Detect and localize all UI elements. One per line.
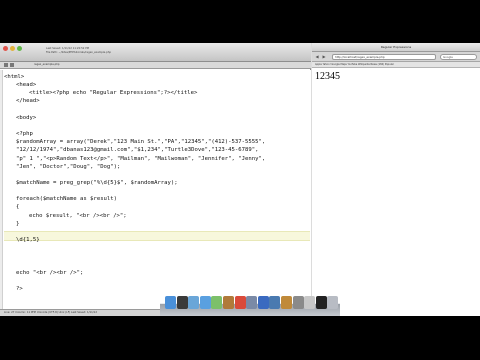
- code-line[interactable]: \d{1,5}: [16, 236, 40, 244]
- editor-tabbar: regex_example.php: [0, 62, 311, 69]
- textwrangler-icon[interactable]: [304, 296, 316, 309]
- back-arrow-icon[interactable]: ◀: [314, 54, 320, 60]
- code-line[interactable]: <head>: [16, 81, 36, 89]
- last-saved-text: Last Saved: 1/11/12 11:20:52 PM: [46, 47, 90, 50]
- terminal-icon[interactable]: [315, 296, 327, 309]
- code-editor-window: Last Saved: 1/11/12 11:20:52 PM File Pat…: [0, 43, 311, 316]
- bookmark-links[interactable]: Apple Yahoo! Google Maps YouTube Wikiped…: [315, 63, 394, 66]
- trash-icon[interactable]: [327, 296, 339, 309]
- code-line[interactable]: "p" 1 ","<p>Random Text</p>", "Mailman",…: [16, 155, 265, 163]
- code-line[interactable]: "12/12/1974","dbanas123@gmail.com","$1,2…: [16, 146, 258, 154]
- code-line[interactable]: <body>: [16, 114, 36, 122]
- bookmarks-bar[interactable]: Apple Yahoo! Google Maps YouTube Wikiped…: [312, 62, 480, 68]
- code-line[interactable]: }: [16, 220, 19, 228]
- dashboard-icon[interactable]: [176, 296, 188, 309]
- ichat-icon[interactable]: [211, 296, 223, 309]
- finder-icon[interactable]: [165, 296, 176, 309]
- close-window-icon[interactable]: [3, 46, 8, 51]
- zoom-window-icon[interactable]: [17, 46, 22, 51]
- code-line[interactable]: <html>: [4, 73, 24, 81]
- code-line[interactable]: foreach($matchName as $result): [16, 195, 117, 203]
- code-line[interactable]: echo $result, "<br /><br />";: [29, 212, 127, 220]
- search-input[interactable]: Google: [440, 54, 477, 60]
- file-path-text: File Path: ~/Sites/PHPtutorials/regex_ex…: [46, 51, 112, 54]
- safari-icon[interactable]: [199, 296, 211, 309]
- code-line[interactable]: <title><?php echo "Regular Expressions";…: [29, 89, 197, 97]
- code-line[interactable]: <?php: [16, 130, 33, 138]
- function-menu-icon[interactable]: [10, 63, 14, 67]
- page-output-text: 12345: [315, 71, 340, 82]
- editor-titlebar[interactable]: Last Saved: 1/11/12 11:20:52 PM File Pat…: [0, 43, 311, 62]
- mail-icon[interactable]: [188, 296, 200, 309]
- status-text: Line: 27 Column: 11 PHP Unicode (UTF-8) …: [4, 311, 97, 314]
- file-icon[interactable]: [4, 63, 8, 67]
- browser-window: Regular Expressions ◀ ▶ http://localhost…: [312, 43, 480, 316]
- forward-arrow-icon[interactable]: ▶: [321, 54, 327, 60]
- desktop-screen: Last Saved: 1/11/12 11:20:52 PM File Pat…: [0, 43, 480, 316]
- current-line-highlight: [4, 231, 310, 241]
- iphoto-icon[interactable]: [269, 296, 281, 309]
- minimize-window-icon[interactable]: [10, 46, 15, 51]
- code-line[interactable]: {: [16, 203, 19, 211]
- code-line[interactable]: $randomArray = array("Derek","123 Main S…: [16, 138, 265, 146]
- address-book-icon[interactable]: [223, 296, 234, 309]
- garageband-icon[interactable]: [281, 296, 292, 309]
- url-field[interactable]: http://localhost/regex_example.php: [332, 54, 436, 60]
- tab-regex-example[interactable]: regex_example.php: [34, 63, 60, 66]
- code-line[interactable]: $matchName = preg_grep("%\d{5}$", $rando…: [16, 179, 178, 187]
- system-preferences-icon[interactable]: [292, 296, 304, 309]
- line-gutter: [0, 70, 3, 309]
- browser-window-title: Regular Expressions: [380, 45, 412, 49]
- code-area[interactable]: <html> <head> <title><?php echo "Regular E…: [0, 70, 311, 309]
- browser-titlebar[interactable]: Regular Expressions: [312, 43, 480, 52]
- code-line[interactable]: ?>: [16, 285, 23, 293]
- code-line[interactable]: echo "<br /><br />";: [16, 269, 83, 277]
- browser-toolbar: ◀ ▶ http://localhost/regex_example.php G…: [312, 52, 480, 62]
- code-line[interactable]: "Jen", "Doctor","Doug", "Dog");: [16, 163, 120, 171]
- ical-icon[interactable]: [234, 296, 246, 309]
- code-line[interactable]: </head>: [16, 97, 40, 105]
- preview-icon[interactable]: [246, 296, 258, 309]
- itunes-icon[interactable]: [257, 296, 269, 309]
